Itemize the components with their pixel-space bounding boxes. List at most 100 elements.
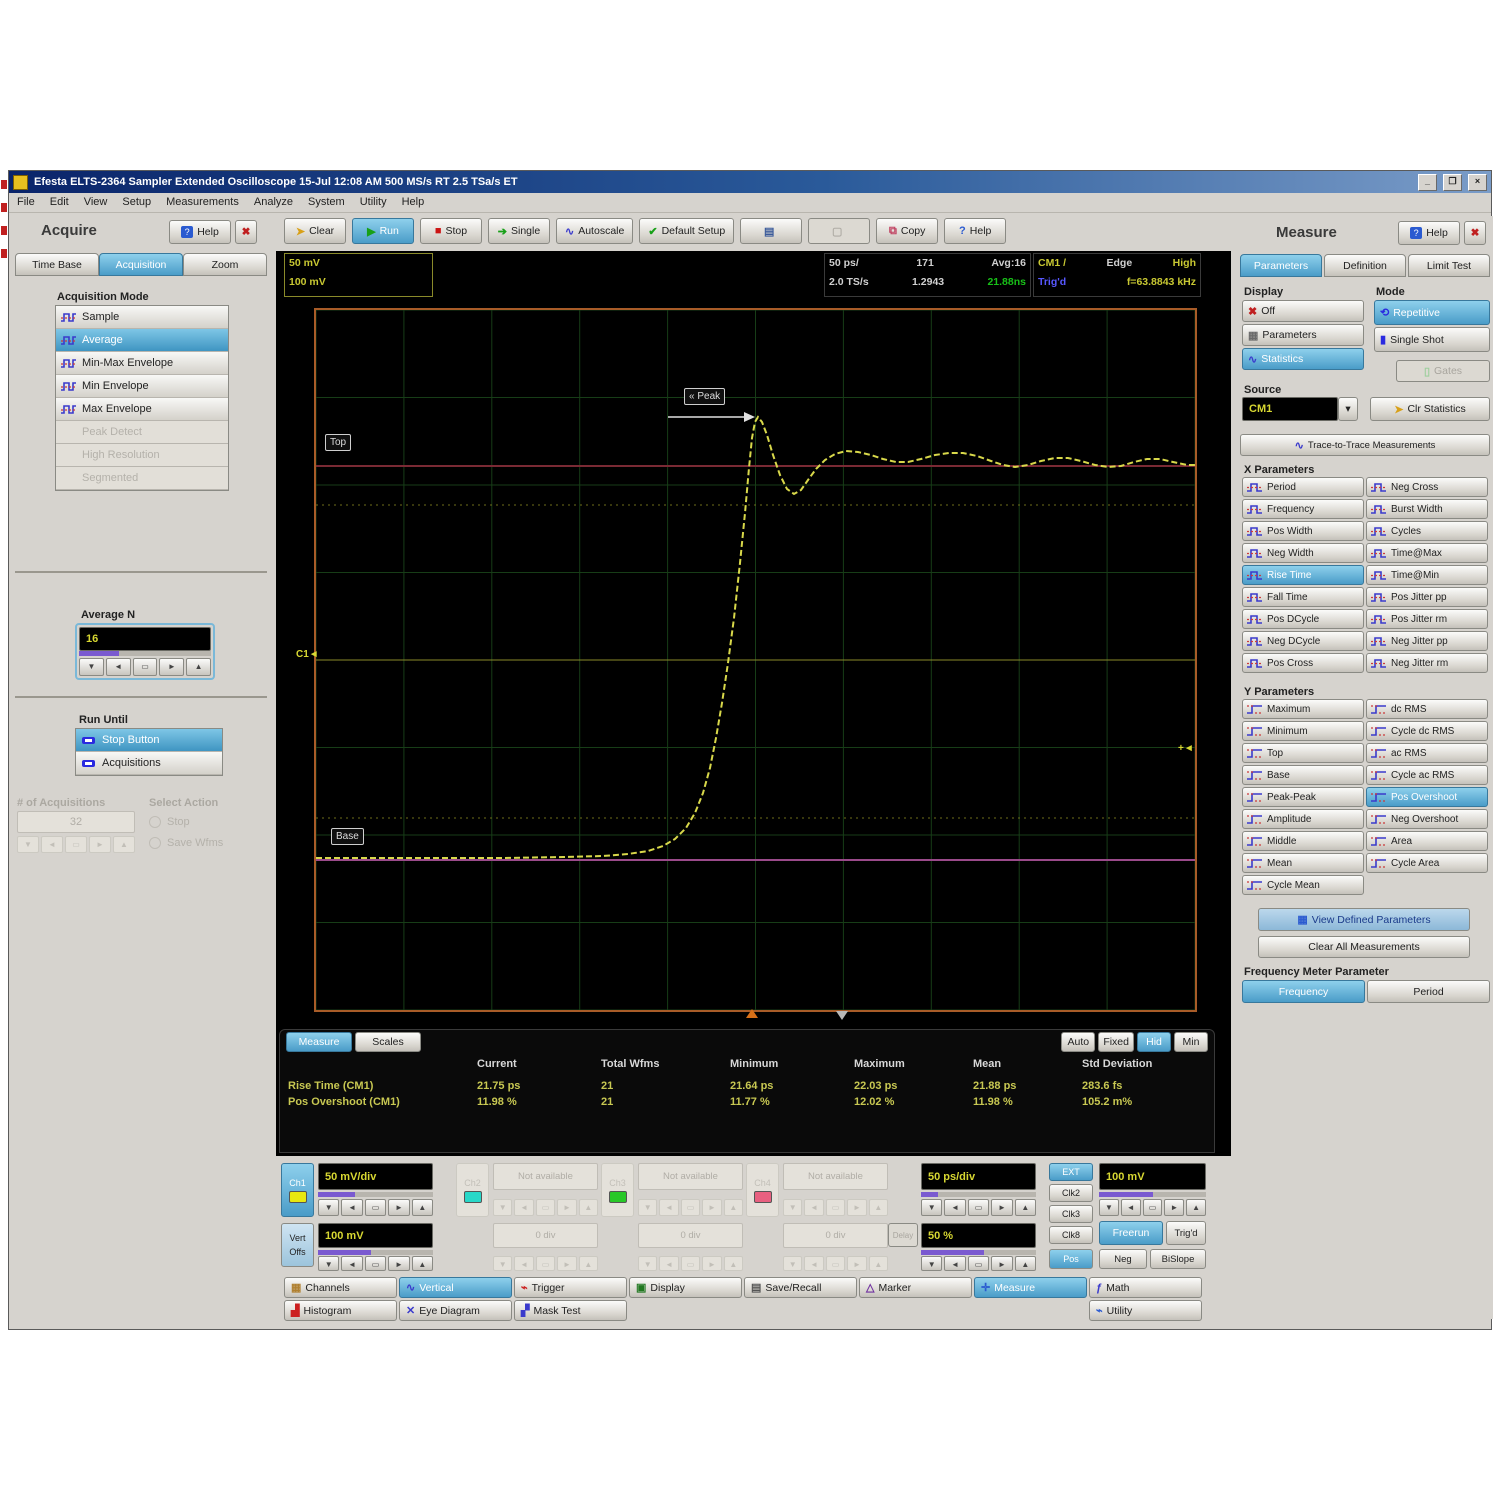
nav-button[interactable]: ⌁ Trigger <box>514 1277 627 1298</box>
spinner-button[interactable]: ▭ <box>365 1199 386 1216</box>
nav-button[interactable]: ✕ Eye Diagram <box>399 1300 512 1321</box>
trigger-source-button[interactable]: Clk2 <box>1049 1184 1093 1202</box>
maximize-button[interactable]: ❐ <box>1443 174 1462 191</box>
toolbar-button[interactable]: ⧉ Copy <box>876 218 938 244</box>
results-view-button[interactable]: Hid <box>1137 1032 1171 1052</box>
measure-help-button[interactable]: ?Help <box>1398 221 1460 245</box>
spinner-button[interactable]: ▲ <box>1186 1199 1206 1216</box>
x-parameter-button[interactable]: Neg Jitter pp <box>1366 631 1488 651</box>
results-tab[interactable]: Measure <box>286 1032 352 1052</box>
x-parameter-button[interactable]: Pos Width <box>1242 521 1364 541</box>
acquisition-mode-item[interactable]: High Resolution <box>56 444 228 467</box>
source-dropdown-arrow[interactable]: ▾ <box>1338 397 1358 421</box>
menu-item[interactable]: System <box>308 196 345 209</box>
y-parameter-button[interactable]: Amplitude <box>1242 809 1364 829</box>
x-parameter-button[interactable]: Neg Jitter rm <box>1366 653 1488 673</box>
menu-item[interactable]: Utility <box>360 196 387 209</box>
clear-all-measurements-button[interactable]: Clear All Measurements <box>1258 936 1470 958</box>
x-parameter-button[interactable]: Fall Time <box>1242 587 1364 607</box>
measure-tab[interactable]: Definition <box>1324 254 1406 277</box>
close-button[interactable]: × <box>1468 174 1487 191</box>
menu-item[interactable]: Help <box>402 196 425 209</box>
spinner-button[interactable]: ▼ <box>921 1199 942 1216</box>
run-until-item[interactable]: Stop Button <box>76 729 222 752</box>
x-parameter-button[interactable]: Frequency <box>1242 499 1364 519</box>
trigger-slope-bislope-button[interactable]: BiSlope <box>1150 1249 1206 1269</box>
spinner-button[interactable]: ► <box>991 1199 1012 1216</box>
frequency-meter-button[interactable]: Period <box>1367 980 1490 1003</box>
display-mode-button[interactable]: ✖ Off <box>1242 300 1364 322</box>
trigger-source-button[interactable]: Clk8 <box>1049 1226 1093 1244</box>
acquisition-mode-item[interactable]: Sample <box>56 306 228 329</box>
channel-button[interactable]: Ch4 <box>746 1163 779 1217</box>
y-parameter-button[interactable]: Maximum <box>1242 699 1364 719</box>
waveform-plot[interactable]: Top Base « Peak <box>314 308 1197 1012</box>
ch1-button[interactable]: Ch1 <box>281 1163 314 1217</box>
spinner-button[interactable]: ▲ <box>412 1256 433 1271</box>
delay-marker[interactable] <box>836 1011 848 1020</box>
y-parameter-button[interactable]: Mean <box>1242 853 1364 873</box>
x-parameter-button[interactable]: Pos DCycle <box>1242 609 1364 629</box>
y-parameter-button[interactable]: Pos Overshoot <box>1366 787 1488 807</box>
toolbar-button[interactable]: ➔ Single <box>488 218 550 244</box>
y-parameter-button[interactable]: Cycle Mean <box>1242 875 1364 895</box>
spinner-button[interactable]: ► <box>991 1256 1012 1271</box>
spinner-button[interactable]: ▭ <box>968 1199 989 1216</box>
y-parameter-button[interactable]: Middle <box>1242 831 1364 851</box>
menu-item[interactable]: File <box>17 196 35 209</box>
spinner-button[interactable]: ▼ <box>79 658 104 676</box>
toolbar-button[interactable]: ➤ Clear <box>284 218 346 244</box>
spinner-button[interactable]: ▲ <box>186 658 211 676</box>
y-parameter-button[interactable]: Cycle Area <box>1366 853 1488 873</box>
y-parameter-button[interactable]: Area <box>1366 831 1488 851</box>
nav-button[interactable]: △ Marker <box>859 1277 972 1298</box>
results-view-button[interactable]: Auto <box>1061 1032 1095 1052</box>
menu-item[interactable]: View <box>84 196 108 209</box>
y-parameter-button[interactable]: ac RMS <box>1366 743 1488 763</box>
spinner-button[interactable]: ◄ <box>1121 1199 1141 1216</box>
nav-button[interactable]: ⌁ Utility <box>1089 1300 1202 1321</box>
vertical-offset-button[interactable]: VertOffs <box>281 1223 314 1267</box>
measure-tab[interactable]: Parameters <box>1240 254 1322 277</box>
menu-item[interactable]: Measurements <box>166 196 239 209</box>
toolbar-button[interactable]: ∿ Autoscale <box>556 218 633 244</box>
spinner-button[interactable]: ▼ <box>921 1256 942 1271</box>
trigger-slope-pos-button[interactable]: Pos <box>1049 1249 1093 1269</box>
y-parameter-button[interactable]: Peak-Peak <box>1242 787 1364 807</box>
channel-position-marker[interactable]: C1◄ <box>296 649 319 660</box>
view-defined-parameters-button[interactable]: ▦ View Defined Parameters <box>1258 908 1470 931</box>
trace-to-trace-button[interactable]: ∿ Trace-to-Trace Measurements <box>1240 434 1490 456</box>
toolbar-button[interactable]: ▤ <box>740 218 802 244</box>
x-parameter-button[interactable]: Time@Min <box>1366 565 1488 585</box>
x-parameter-button[interactable]: Neg Cross <box>1366 477 1488 497</box>
menu-item[interactable]: Setup <box>122 196 151 209</box>
x-parameter-button[interactable]: Pos Cross <box>1242 653 1364 673</box>
x-parameter-button[interactable]: Pos Jitter rm <box>1366 609 1488 629</box>
trigger-source-button[interactable]: Clk3 <box>1049 1205 1093 1223</box>
x-parameter-button[interactable]: Cycles <box>1366 521 1488 541</box>
ch1-offset-display[interactable]: 100 mV <box>318 1223 433 1248</box>
source-dropdown[interactable]: CM1 ▾ <box>1242 397 1358 421</box>
spinner-button[interactable]: ▭ <box>968 1256 989 1271</box>
toolbar-button[interactable]: ✔ Default Setup <box>639 218 734 244</box>
spinner-button[interactable]: ▼ <box>318 1256 339 1271</box>
spinner-button[interactable]: ◄ <box>106 658 131 676</box>
spinner-button[interactable]: ▲ <box>412 1199 433 1216</box>
measure-mode-button[interactable]: ▮ Single Shot <box>1374 327 1490 352</box>
trigger-source-button[interactable]: EXT <box>1049 1163 1093 1181</box>
acquisition-mode-item[interactable]: Average <box>56 329 228 352</box>
minimize-button[interactable]: _ <box>1418 174 1437 191</box>
spinner-button[interactable]: ◄ <box>944 1199 965 1216</box>
nav-button[interactable]: ▤ Save/Recall <box>744 1277 857 1298</box>
spinner-button[interactable]: ▼ <box>1099 1199 1119 1216</box>
y-parameter-button[interactable]: Cycle dc RMS <box>1366 721 1488 741</box>
x-parameter-button[interactable]: Period <box>1242 477 1364 497</box>
spinner-button[interactable]: ► <box>1164 1199 1184 1216</box>
peak-annotation[interactable]: « Peak <box>684 388 725 405</box>
acquire-tab[interactable]: Time Base <box>15 253 99 276</box>
nav-button[interactable]: ▞ Mask Test <box>514 1300 627 1321</box>
trigger-level-marker[interactable]: +◄ <box>1178 743 1194 754</box>
x-parameter-button[interactable]: Neg DCycle <box>1242 631 1364 651</box>
spinner-button[interactable]: ▭ <box>133 658 158 676</box>
y-parameter-button[interactable]: dc RMS <box>1366 699 1488 719</box>
